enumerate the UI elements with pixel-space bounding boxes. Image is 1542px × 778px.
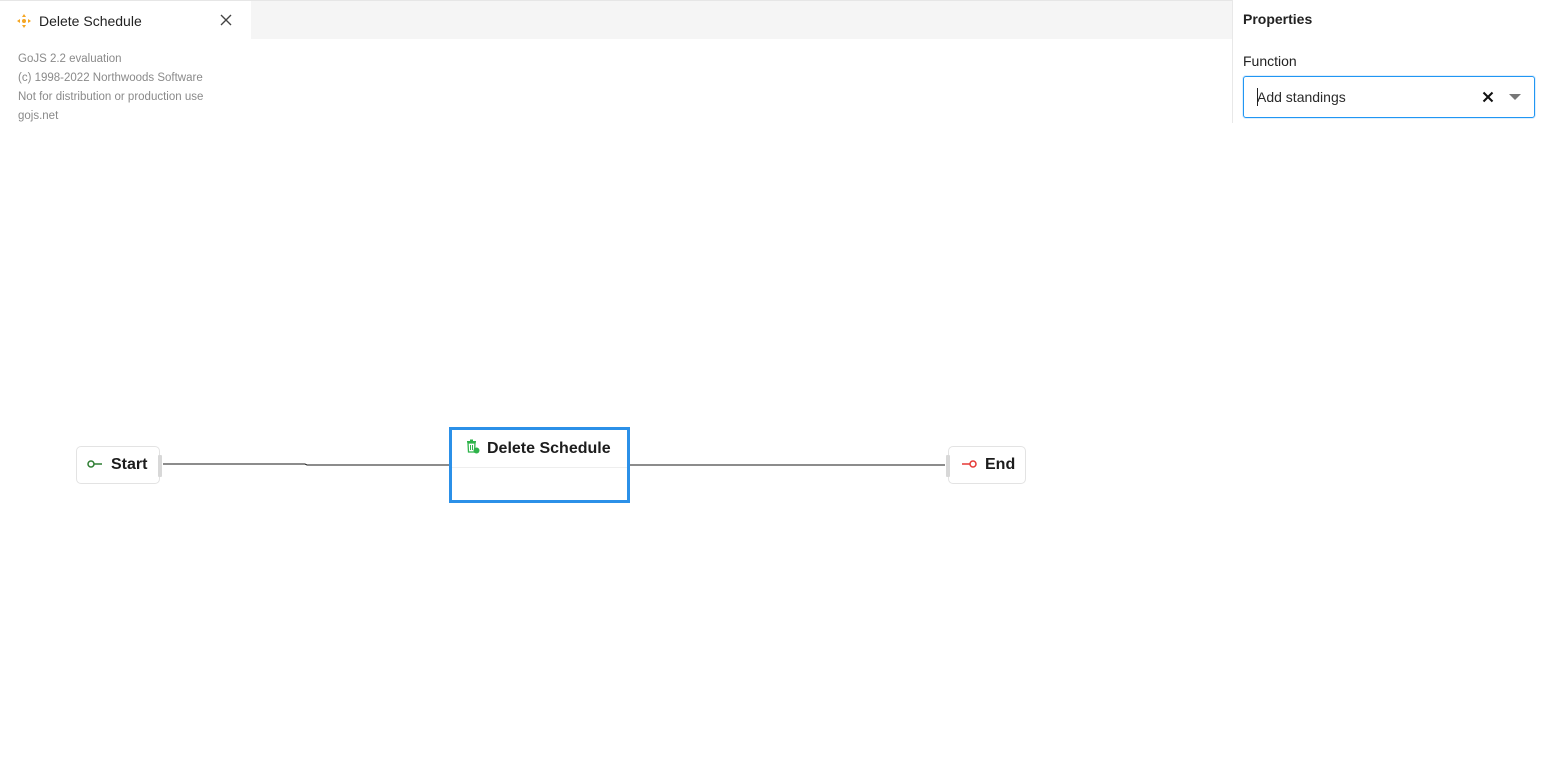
tab-label: Delete Schedule: [39, 12, 142, 29]
function-label: Function: [1243, 53, 1297, 69]
properties-panel: Properties Function Add standings: [1232, 0, 1542, 123]
start-node-label: Start: [111, 456, 148, 473]
end-node[interactable]: End: [946, 446, 1026, 484]
task-node-header: Delete Schedule: [452, 430, 627, 468]
end-key-icon: [961, 456, 977, 474]
end-node-port[interactable]: [946, 455, 950, 477]
watermark-line: Not for distribution or production use: [18, 91, 204, 103]
workflow-editor: Delete Schedule GoJS 2.2 evaluation (c) …: [0, 0, 1542, 778]
tab-delete-schedule[interactable]: Delete Schedule: [0, 1, 251, 40]
task-node-delete-schedule[interactable]: Delete Schedule: [449, 427, 630, 503]
start-node-port[interactable]: [158, 455, 162, 477]
trash-icon: [466, 439, 480, 459]
gojs-watermark: GoJS 2.2 evaluation (c) 1998-2022 Northw…: [18, 50, 203, 126]
end-node-label: End: [985, 456, 1016, 473]
clear-icon[interactable]: [1480, 89, 1496, 105]
text-cursor: [1257, 88, 1258, 106]
diamond-arrows-icon: [16, 13, 32, 29]
start-key-icon: [87, 456, 103, 474]
watermark-line: GoJS 2.2 evaluation: [18, 53, 122, 65]
watermark-line: (c) 1998-2022 Northwoods Software: [18, 72, 203, 84]
function-select[interactable]: Add standings: [1243, 76, 1535, 118]
properties-title: Properties: [1243, 11, 1313, 27]
chevron-down-icon[interactable]: [1506, 89, 1524, 105]
function-select-value: Add standings: [1257, 89, 1346, 105]
tab-bar: Delete Schedule: [0, 0, 1232, 40]
task-node-label: Delete Schedule: [487, 439, 611, 457]
close-icon[interactable]: [218, 12, 234, 28]
start-node[interactable]: Start: [76, 446, 162, 484]
